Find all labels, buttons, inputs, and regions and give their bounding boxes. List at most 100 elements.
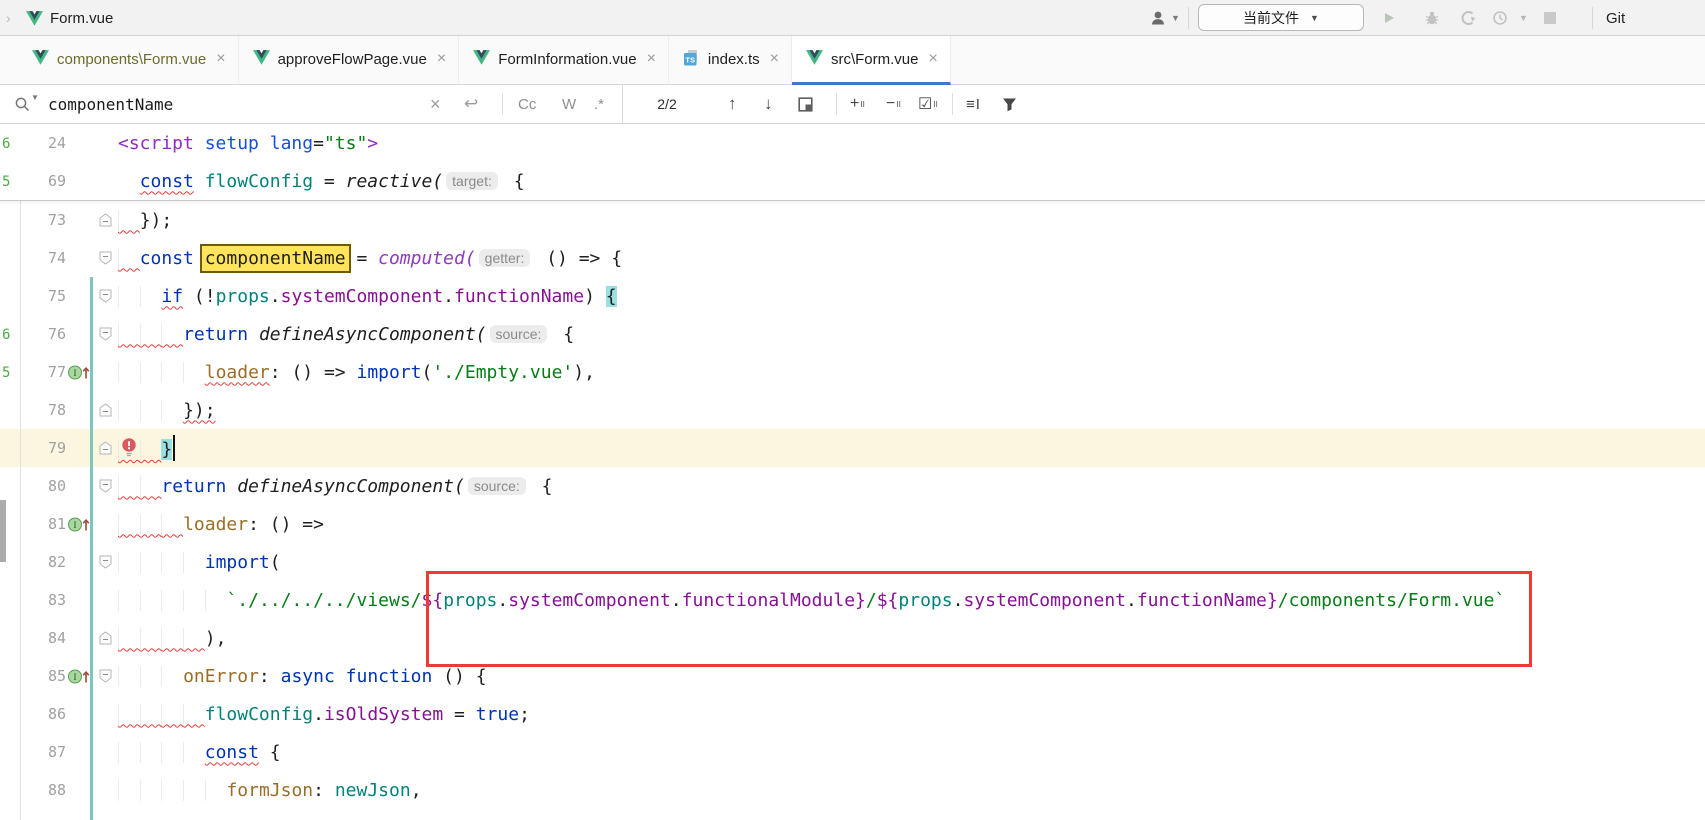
code-line[interactable]: 87 const { [0, 733, 1705, 771]
code-line[interactable]: 79 } [0, 429, 1705, 467]
fold-down-icon[interactable] [92, 555, 118, 569]
fold-up-icon[interactable] [92, 441, 118, 455]
profiler-clock-icon[interactable] [1492, 0, 1508, 36]
error-icon[interactable] [120, 437, 138, 463]
code-text: }); [118, 210, 1705, 231]
fold-up-icon[interactable] [92, 631, 118, 645]
tab[interactable]: src\Form.vue× [792, 36, 951, 85]
divider [1188, 7, 1189, 29]
user-icon[interactable]: ▼ [1150, 0, 1180, 36]
git-widget[interactable]: Git [1606, 0, 1625, 36]
tab[interactable]: FormInformation.vue × [459, 36, 669, 85]
impl-up-icon[interactable]: I [66, 364, 92, 381]
code-line[interactable]: 81I loader: () => [0, 505, 1705, 543]
ts-icon: TS [683, 49, 700, 70]
chevron-down-icon: ▼ [1171, 13, 1180, 23]
stop-icon[interactable] [1544, 0, 1556, 36]
code-text: return defineAsyncComponent(source: { [118, 324, 1705, 345]
regex-toggle[interactable]: .* [594, 85, 604, 123]
select-all-occurrences-icon[interactable]: ☑II [918, 85, 938, 123]
line-number: 87 [22, 743, 66, 761]
newline-icon[interactable]: ↩ [464, 85, 478, 123]
code-line[interactable]: 75 if (!props.systemComponent.functionNa… [0, 277, 1705, 315]
code-line[interactable]: 73 }); [0, 201, 1705, 239]
line-number: 78 [22, 401, 66, 419]
find-toolbar: ▼ componentName × ↩ Cc W .* 2/2 ↑ ↓ +II … [0, 85, 1705, 124]
line-number: 86 [22, 705, 66, 723]
open-in-find-window-icon[interactable] [798, 85, 813, 123]
code-line[interactable]: 74 const componentName = computed(getter… [0, 239, 1705, 277]
text-caret [173, 435, 175, 461]
code-text: return defineAsyncComponent(source: { [118, 476, 1705, 497]
code-editor[interactable]: 24<script setup lang="ts">69 const flowC… [0, 124, 1705, 820]
line-number: 80 [22, 477, 66, 495]
remove-occurrence-icon[interactable]: −II [886, 85, 901, 123]
tab[interactable]: approveFlowPage.vue × [239, 36, 460, 85]
search-input[interactable]: componentName [48, 85, 173, 123]
code-line[interactable]: 80 return defineAsyncComponent(source: { [0, 467, 1705, 505]
next-occurrence-icon[interactable]: ↓ [764, 85, 773, 123]
tab-label: FormInformation.vue [498, 51, 636, 68]
tab-close-icon[interactable]: × [770, 50, 779, 68]
vue-icon [32, 50, 49, 69]
run-icon[interactable] [1382, 0, 1396, 36]
code-text: import( [118, 552, 1705, 573]
tab-close-icon[interactable]: × [216, 50, 225, 68]
code-line[interactable]: 88 formJson: newJson, [0, 771, 1705, 809]
left-scrollbar-thumb[interactable] [0, 500, 6, 562]
impl-up-icon[interactable]: I [66, 668, 92, 685]
search-icon[interactable] [14, 85, 31, 123]
fold-up-icon[interactable] [92, 213, 118, 227]
code-line[interactable]: 77 I loader: () => import('./Empty.vue'), [0, 353, 1705, 391]
code-text: formJson: newJson, [118, 780, 1705, 801]
previous-occurrence-icon[interactable]: ↑ [728, 85, 737, 123]
words-toggle[interactable]: W [562, 85, 576, 123]
tab-label: approveFlowPage.vue [278, 51, 427, 68]
window-title: Form.vue [50, 0, 113, 36]
chevron-down-icon[interactable]: ▼ [1519, 0, 1528, 36]
tab-close-icon[interactable]: × [647, 50, 656, 68]
fold-down-icon[interactable] [92, 251, 118, 265]
search-history-chevron-icon[interactable]: ▼ [31, 93, 39, 102]
debug-bug-icon[interactable] [1424, 0, 1440, 36]
fold-down-icon[interactable] [92, 479, 118, 493]
code-line[interactable]: 86 flowConfig.isOldSystem = true; [0, 695, 1705, 733]
tab-close-icon[interactable]: × [437, 50, 446, 68]
clear-search-icon[interactable]: × [430, 85, 441, 123]
fold-down-icon[interactable] [92, 327, 118, 341]
coverage-icon[interactable] [1460, 0, 1476, 36]
fold-up-icon[interactable] [92, 403, 118, 417]
add-occurrence-icon[interactable]: +II [850, 85, 865, 123]
code-line[interactable]: 78 }); [0, 391, 1705, 429]
tab-close-icon[interactable]: × [928, 50, 937, 68]
code-text: loader: () => import('./Empty.vue'), [118, 362, 1705, 383]
tab[interactable]: TS index.ts × [669, 36, 792, 85]
tab-label: index.ts [708, 51, 760, 68]
filter-icon[interactable] [1002, 85, 1017, 123]
fold-down-icon[interactable] [92, 669, 118, 683]
ide-window: › Form.vue ▼ 当前文件 ▼ ▼ Git [0, 0, 1705, 820]
svg-text:TS: TS [685, 55, 695, 64]
search-lines-icon[interactable]: ≡I [966, 85, 981, 123]
code-text: const { [118, 742, 1705, 763]
breadcrumb-chevron-icon: › [6, 0, 11, 36]
match-count: 2/2 [645, 85, 689, 123]
tab[interactable]: components\Form.vue× [18, 36, 239, 85]
vcs-change-bar [90, 277, 93, 820]
line-number: 77 [22, 363, 66, 381]
code-line[interactable]: 69 const flowConfig = reactive(target: { [0, 162, 1705, 200]
run-configuration-select[interactable]: 当前文件 ▼ [1198, 4, 1364, 31]
svg-text:I: I [74, 368, 77, 378]
match-case-toggle[interactable]: Cc [518, 85, 536, 123]
code-text: <script setup lang="ts"> [118, 133, 1705, 154]
fold-down-icon[interactable] [92, 289, 118, 303]
line-number: 79 [22, 439, 66, 457]
clipped-line-number: 5 [2, 174, 10, 190]
line-number: 85 [22, 667, 66, 685]
code-line[interactable]: 76 return defineAsyncComponent(source: { [0, 315, 1705, 353]
impl-up-icon[interactable]: I [66, 516, 92, 533]
divider [836, 93, 837, 115]
code-line[interactable]: 24<script setup lang="ts"> [0, 124, 1705, 162]
sticky-lines-panel: 24<script setup lang="ts">69 const flowC… [0, 124, 1705, 201]
line-number: 69 [22, 172, 66, 190]
